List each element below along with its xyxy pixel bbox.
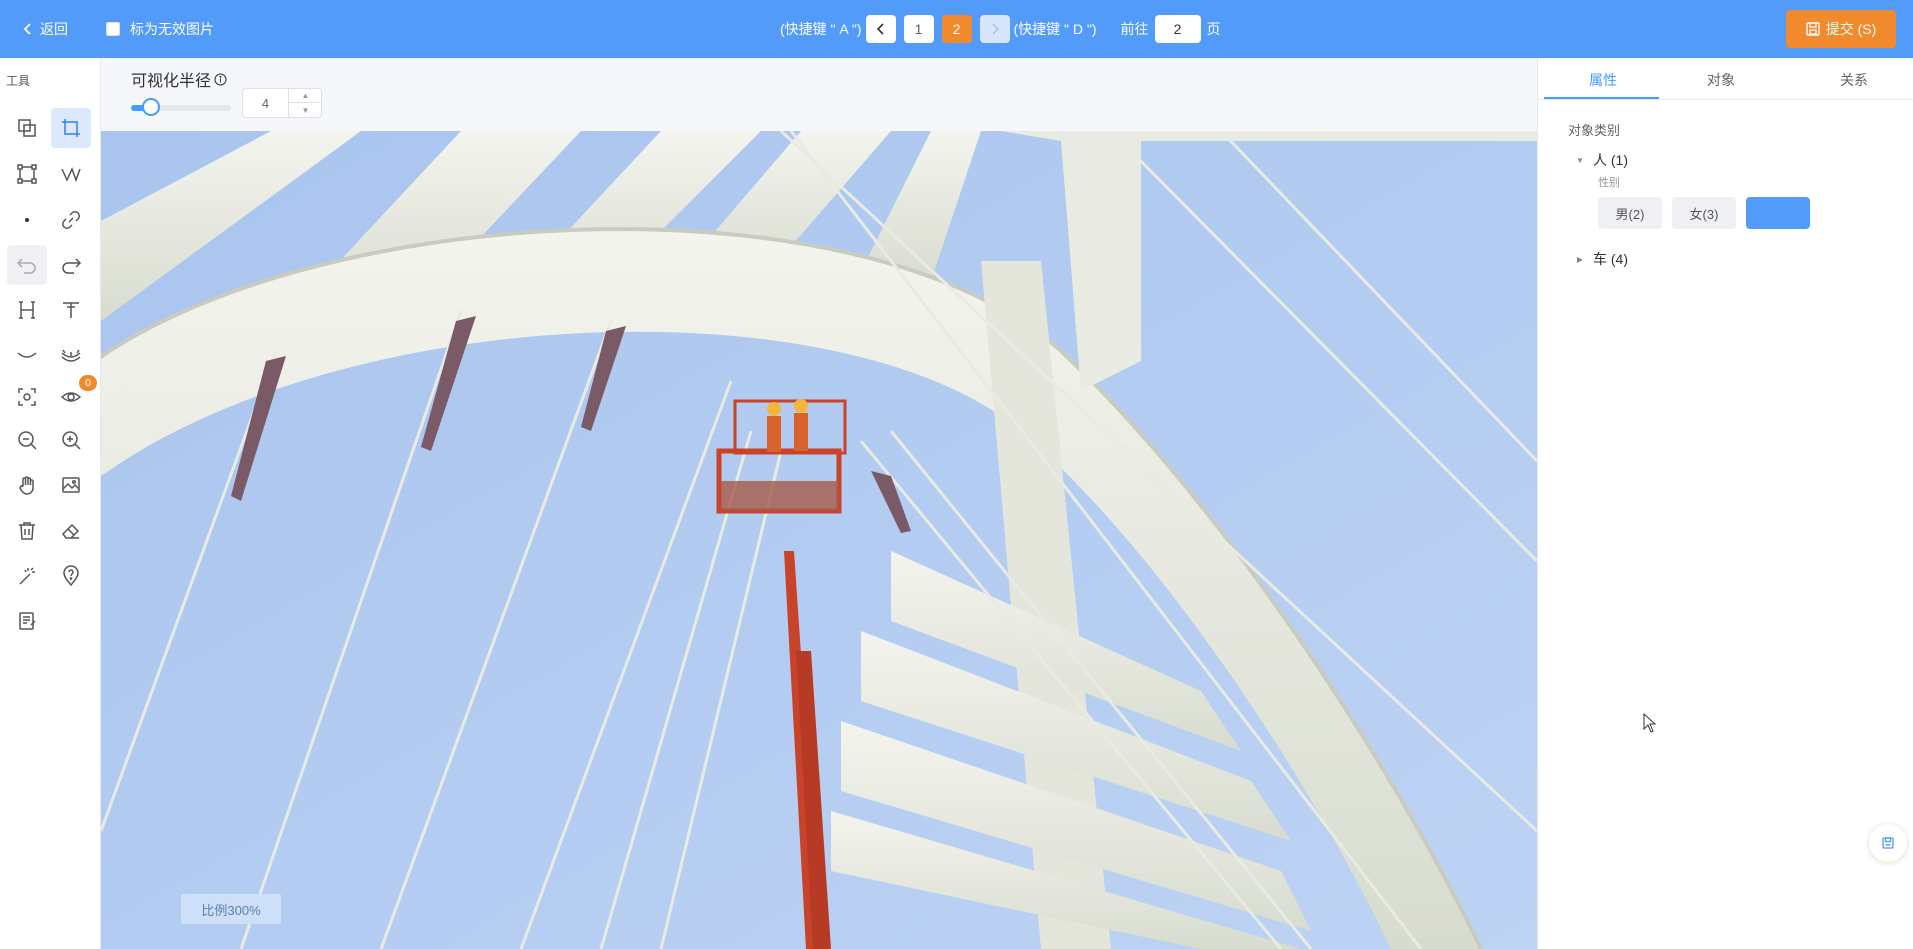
radius-label-row: 可视化半径 bbox=[131, 67, 227, 91]
radius-number-input[interactable]: 4 ▲ ▼ bbox=[242, 88, 322, 118]
bridge-photo bbox=[101, 131, 1537, 949]
category-title: 对象类别 bbox=[1568, 123, 1621, 138]
invalid-image-checkbox[interactable]: 标为无效图片 bbox=[106, 19, 214, 39]
next-page-button[interactable] bbox=[979, 15, 1010, 43]
notes-icon[interactable] bbox=[7, 601, 47, 641]
copy-shape-icon[interactable] bbox=[7, 108, 47, 148]
chip-female[interactable]: 女(3) bbox=[1672, 197, 1736, 229]
save-icon bbox=[1806, 22, 1820, 36]
visibility-count-badge: 0 bbox=[79, 375, 97, 391]
focus-icon[interactable] bbox=[7, 377, 47, 417]
submit-label: 提交 (S) bbox=[1825, 21, 1877, 37]
prev-shortcut-hint: (快捷键 " A ") bbox=[780, 21, 862, 37]
point-icon[interactable] bbox=[7, 200, 47, 240]
image-canvas[interactable] bbox=[101, 131, 1537, 949]
toolbar-title: 工具 bbox=[6, 74, 31, 88]
goto-page-input[interactable]: 2 bbox=[1154, 15, 1201, 43]
tab-relations[interactable]: 关系 bbox=[1840, 70, 1868, 90]
chevron-left-icon bbox=[23, 23, 31, 35]
mouse-cursor-icon bbox=[1643, 713, 1657, 733]
image-icon[interactable] bbox=[51, 465, 91, 505]
pagination: (快捷键 " A ") 1 2 (快捷键 " D ") 前往 2 页 bbox=[780, 15, 1221, 43]
pan-hand-icon[interactable] bbox=[7, 465, 47, 505]
goto-prefix: 前往 bbox=[1120, 21, 1149, 37]
checkbox[interactable] bbox=[106, 22, 120, 36]
zoom-in-icon[interactable] bbox=[51, 420, 91, 460]
bounding-box-icon[interactable] bbox=[7, 154, 47, 194]
zoom-out-icon[interactable] bbox=[7, 420, 47, 460]
tab-objects[interactable]: 对象 bbox=[1707, 70, 1735, 90]
active-tab-indicator bbox=[1544, 97, 1659, 99]
curve-icon[interactable] bbox=[7, 335, 47, 375]
polyline-icon[interactable] bbox=[51, 154, 91, 194]
right-panel: 属性 对象 关系 对象类别 ▼ 人 (1) 性别 男(2) 女(3) ▶ 车 (… bbox=[1537, 58, 1913, 949]
top-bar: 返回 标为无效图片 (快捷键 " A ") 1 2 (快捷键 " D ") 前往… bbox=[0, 0, 1913, 58]
goto-page: 前往 2 页 bbox=[1121, 15, 1221, 43]
prev-page-button[interactable] bbox=[865, 15, 896, 43]
rect-select-icon[interactable] bbox=[51, 108, 91, 148]
save-icon bbox=[1882, 837, 1894, 849]
redo-icon[interactable] bbox=[51, 245, 91, 285]
page-1-button[interactable]: 1 bbox=[903, 15, 934, 43]
chevron-left-icon bbox=[876, 23, 884, 35]
tree-node-person[interactable]: ▼ 人 (1) bbox=[1575, 150, 1628, 170]
panel-tabs: 属性 对象 关系 bbox=[1538, 58, 1913, 100]
invalid-label: 标为无效图片 bbox=[130, 21, 214, 37]
tree-node-car[interactable]: ▶ 车 (4) bbox=[1575, 249, 1628, 269]
car-label: 车 (4) bbox=[1593, 251, 1628, 267]
visual-radius-control: 可视化半径 4 ▲ ▼ bbox=[101, 58, 1537, 131]
next-shortcut-hint: (快捷键 " D ") bbox=[1013, 21, 1097, 37]
undo-icon[interactable] bbox=[7, 245, 47, 285]
decrement-button[interactable]: ▼ bbox=[288, 103, 322, 117]
floating-save-button[interactable] bbox=[1869, 824, 1907, 862]
help-icon[interactable] bbox=[51, 556, 91, 596]
eyelashes-icon[interactable] bbox=[51, 335, 91, 375]
magic-wand-icon[interactable] bbox=[7, 556, 47, 596]
radius-slider-thumb[interactable] bbox=[142, 98, 160, 116]
height-marker-icon[interactable] bbox=[7, 290, 47, 330]
caret-down-icon[interactable]: ▼ bbox=[1575, 155, 1585, 165]
back-label: 返回 bbox=[40, 21, 68, 37]
submit-button[interactable]: 提交 (S) bbox=[1786, 10, 1896, 48]
back-button[interactable]: 返回 bbox=[22, 19, 68, 39]
person-label: 人 (1) bbox=[1593, 152, 1628, 168]
tab-properties[interactable]: 属性 bbox=[1589, 70, 1617, 90]
chip-male[interactable]: 男(2) bbox=[1598, 197, 1662, 229]
text-marker-icon[interactable] bbox=[51, 290, 91, 330]
chip-new[interactable] bbox=[1746, 197, 1810, 229]
delete-icon[interactable] bbox=[7, 511, 47, 551]
link-icon[interactable] bbox=[51, 200, 91, 240]
info-icon[interactable] bbox=[214, 73, 227, 86]
increment-button[interactable]: ▲ bbox=[288, 89, 322, 103]
eraser-icon[interactable] bbox=[51, 511, 91, 551]
gender-attr-label: 性别 bbox=[1598, 177, 1620, 189]
radius-label: 可视化半径 bbox=[131, 73, 212, 90]
radius-value[interactable]: 4 bbox=[243, 89, 288, 117]
page-2-button[interactable]: 2 bbox=[941, 15, 972, 43]
zoom-scale-label: 比例300% bbox=[181, 894, 281, 924]
caret-right-icon[interactable]: ▶ bbox=[1575, 254, 1585, 264]
goto-suffix: 页 bbox=[1206, 21, 1221, 37]
chevron-right-icon bbox=[991, 23, 999, 35]
